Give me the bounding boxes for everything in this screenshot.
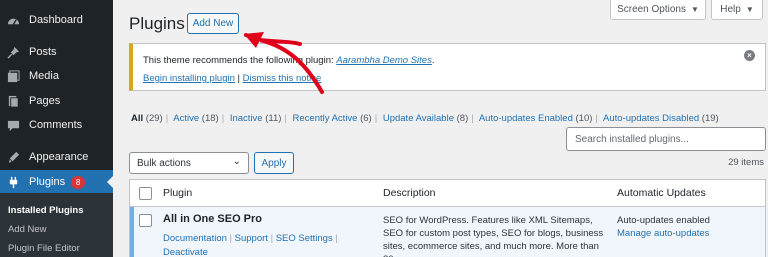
filter-count: (19) xyxy=(701,113,719,124)
seo-settings-link[interactable]: SEO Settings xyxy=(276,233,333,244)
plugin-description: SEO for WordPress. Features like XML Sit… xyxy=(383,215,604,257)
plugins-submenu: Installed Plugins Add New Plugin File Ed… xyxy=(0,193,113,257)
sidebar-item-plugins[interactable]: Plugins 8 xyxy=(0,170,113,194)
filter-count: (10) xyxy=(575,113,593,124)
comments-icon xyxy=(6,118,20,132)
sidebar-item-media[interactable]: Media xyxy=(0,64,113,88)
items-count: 29 items xyxy=(728,157,764,168)
sidebar-item-label: Posts xyxy=(29,46,57,58)
page-title: Plugins xyxy=(129,14,185,33)
sidebar-item-label: Pages xyxy=(29,95,61,107)
row-checkbox[interactable] xyxy=(139,214,152,227)
filter-count: (6) xyxy=(360,113,372,124)
table-row: All in One SEO Pro Documentation | Suppo… xyxy=(130,207,765,257)
notice-period: . xyxy=(431,55,435,66)
bulk-actions-value: Bulk actions xyxy=(137,157,191,169)
manage-auto-updates-link[interactable]: Manage auto-updates xyxy=(617,228,709,239)
submenu-item-installed-plugins[interactable]: Installed Plugins xyxy=(8,205,84,216)
notice-actions: Begin installing plugin | Dismiss this n… xyxy=(143,73,321,84)
notice-message: This theme recommends the following plug… xyxy=(143,55,434,66)
plugin-status-filters: All (29) | Active (18) | Inactive (11) | Re… xyxy=(131,113,719,124)
submenu-item-plugin-file-editor[interactable]: Plugin File Editor xyxy=(8,243,80,254)
sidebar-item-label: Media xyxy=(29,70,59,82)
update-count-badge: 8 xyxy=(71,175,86,189)
auto-updates-cell: Auto-updates enabled Manage auto-updates xyxy=(617,214,710,240)
help-button[interactable]: Help ▼ xyxy=(711,0,763,20)
support-link[interactable]: Support xyxy=(235,233,268,244)
plugin-name: All in One SEO Pro xyxy=(163,213,263,225)
screen-options-label: Screen Options xyxy=(617,4,686,15)
plugins-icon xyxy=(6,175,20,189)
filter-auto-updates-enabled[interactable]: Auto-updates Enabled xyxy=(479,113,573,124)
filter-count: (8) xyxy=(456,113,469,124)
filter-auto-updates-disabled[interactable]: Auto-updates Disabled xyxy=(603,113,699,124)
column-header-automatic-updates: Automatic Updates xyxy=(617,187,706,199)
caret-down-icon: ▼ xyxy=(745,5,754,14)
filter-count: (18) xyxy=(201,113,219,124)
filter-update-available[interactable]: Update Available xyxy=(383,113,454,124)
select-all-checkbox[interactable] xyxy=(139,187,152,200)
screen-options-button[interactable]: Screen Options ▼ xyxy=(610,0,706,20)
add-new-button[interactable]: Add New xyxy=(187,13,239,34)
sidebar-item-label: Comments xyxy=(29,119,83,131)
appearance-icon xyxy=(6,150,20,164)
help-label: Help xyxy=(720,4,741,15)
deactivate-link[interactable]: Deactivate xyxy=(163,247,208,257)
auto-updates-status: Auto-updates enabled xyxy=(617,215,710,226)
plugins-table: Plugin Description Automatic Updates All… xyxy=(129,179,766,257)
documentation-link[interactable]: Documentation xyxy=(163,233,227,244)
dashboard-icon xyxy=(6,13,20,27)
column-header-description: Description xyxy=(383,187,436,199)
media-icon xyxy=(6,69,20,83)
dismiss-notice-link[interactable]: Dismiss this notice xyxy=(243,73,322,84)
admin-sidebar: Dashboard Posts Media Pages Comments App… xyxy=(0,0,113,257)
sidebar-item-pages[interactable]: Pages xyxy=(0,89,113,113)
column-header-plugin[interactable]: Plugin xyxy=(163,187,192,199)
pin-icon xyxy=(6,45,20,59)
table-header: Plugin Description Automatic Updates xyxy=(130,180,765,207)
recommended-plugin-link[interactable]: Aarambha Demo Sites xyxy=(336,55,432,66)
sidebar-item-posts[interactable]: Posts xyxy=(0,40,113,64)
notice-text: This theme recommends the following plug… xyxy=(143,55,334,66)
row-actions: Documentation | Support | SEO Settings |… xyxy=(163,233,338,257)
caret-down-icon: ▼ xyxy=(691,5,699,14)
sidebar-item-label: Dashboard xyxy=(29,14,83,26)
pages-icon xyxy=(6,94,20,108)
sidebar-item-comments[interactable]: Comments xyxy=(0,113,113,137)
search-input[interactable]: Search installed plugins... xyxy=(566,127,766,151)
chevron-down-icon: ⌄ xyxy=(232,156,241,167)
filter-count: (11) xyxy=(265,113,282,124)
begin-installing-link[interactable]: Begin installing plugin xyxy=(143,73,235,84)
sidebar-item-label: Plugins xyxy=(29,176,66,188)
sidebar-item-label: Appearance xyxy=(29,151,89,163)
filter-recently-active[interactable]: Recently Active xyxy=(293,113,358,124)
notice-separator: | xyxy=(237,73,241,84)
apply-button[interactable]: Apply xyxy=(254,152,294,174)
sidebar-item-appearance[interactable]: Appearance xyxy=(0,145,113,169)
close-icon[interactable]: × xyxy=(744,50,755,61)
theme-notice: This theme recommends the following plug… xyxy=(129,43,766,91)
submenu-item-add-new[interactable]: Add New xyxy=(8,224,47,235)
filter-inactive[interactable]: Inactive xyxy=(230,113,263,124)
sidebar-item-dashboard[interactable]: Dashboard xyxy=(0,8,113,32)
filter-active[interactable]: Active xyxy=(173,113,199,124)
filter-all[interactable]: All xyxy=(131,113,143,124)
filter-count: (29) xyxy=(145,113,163,124)
bulk-actions-select[interactable]: Bulk actions ⌄ xyxy=(129,152,249,174)
